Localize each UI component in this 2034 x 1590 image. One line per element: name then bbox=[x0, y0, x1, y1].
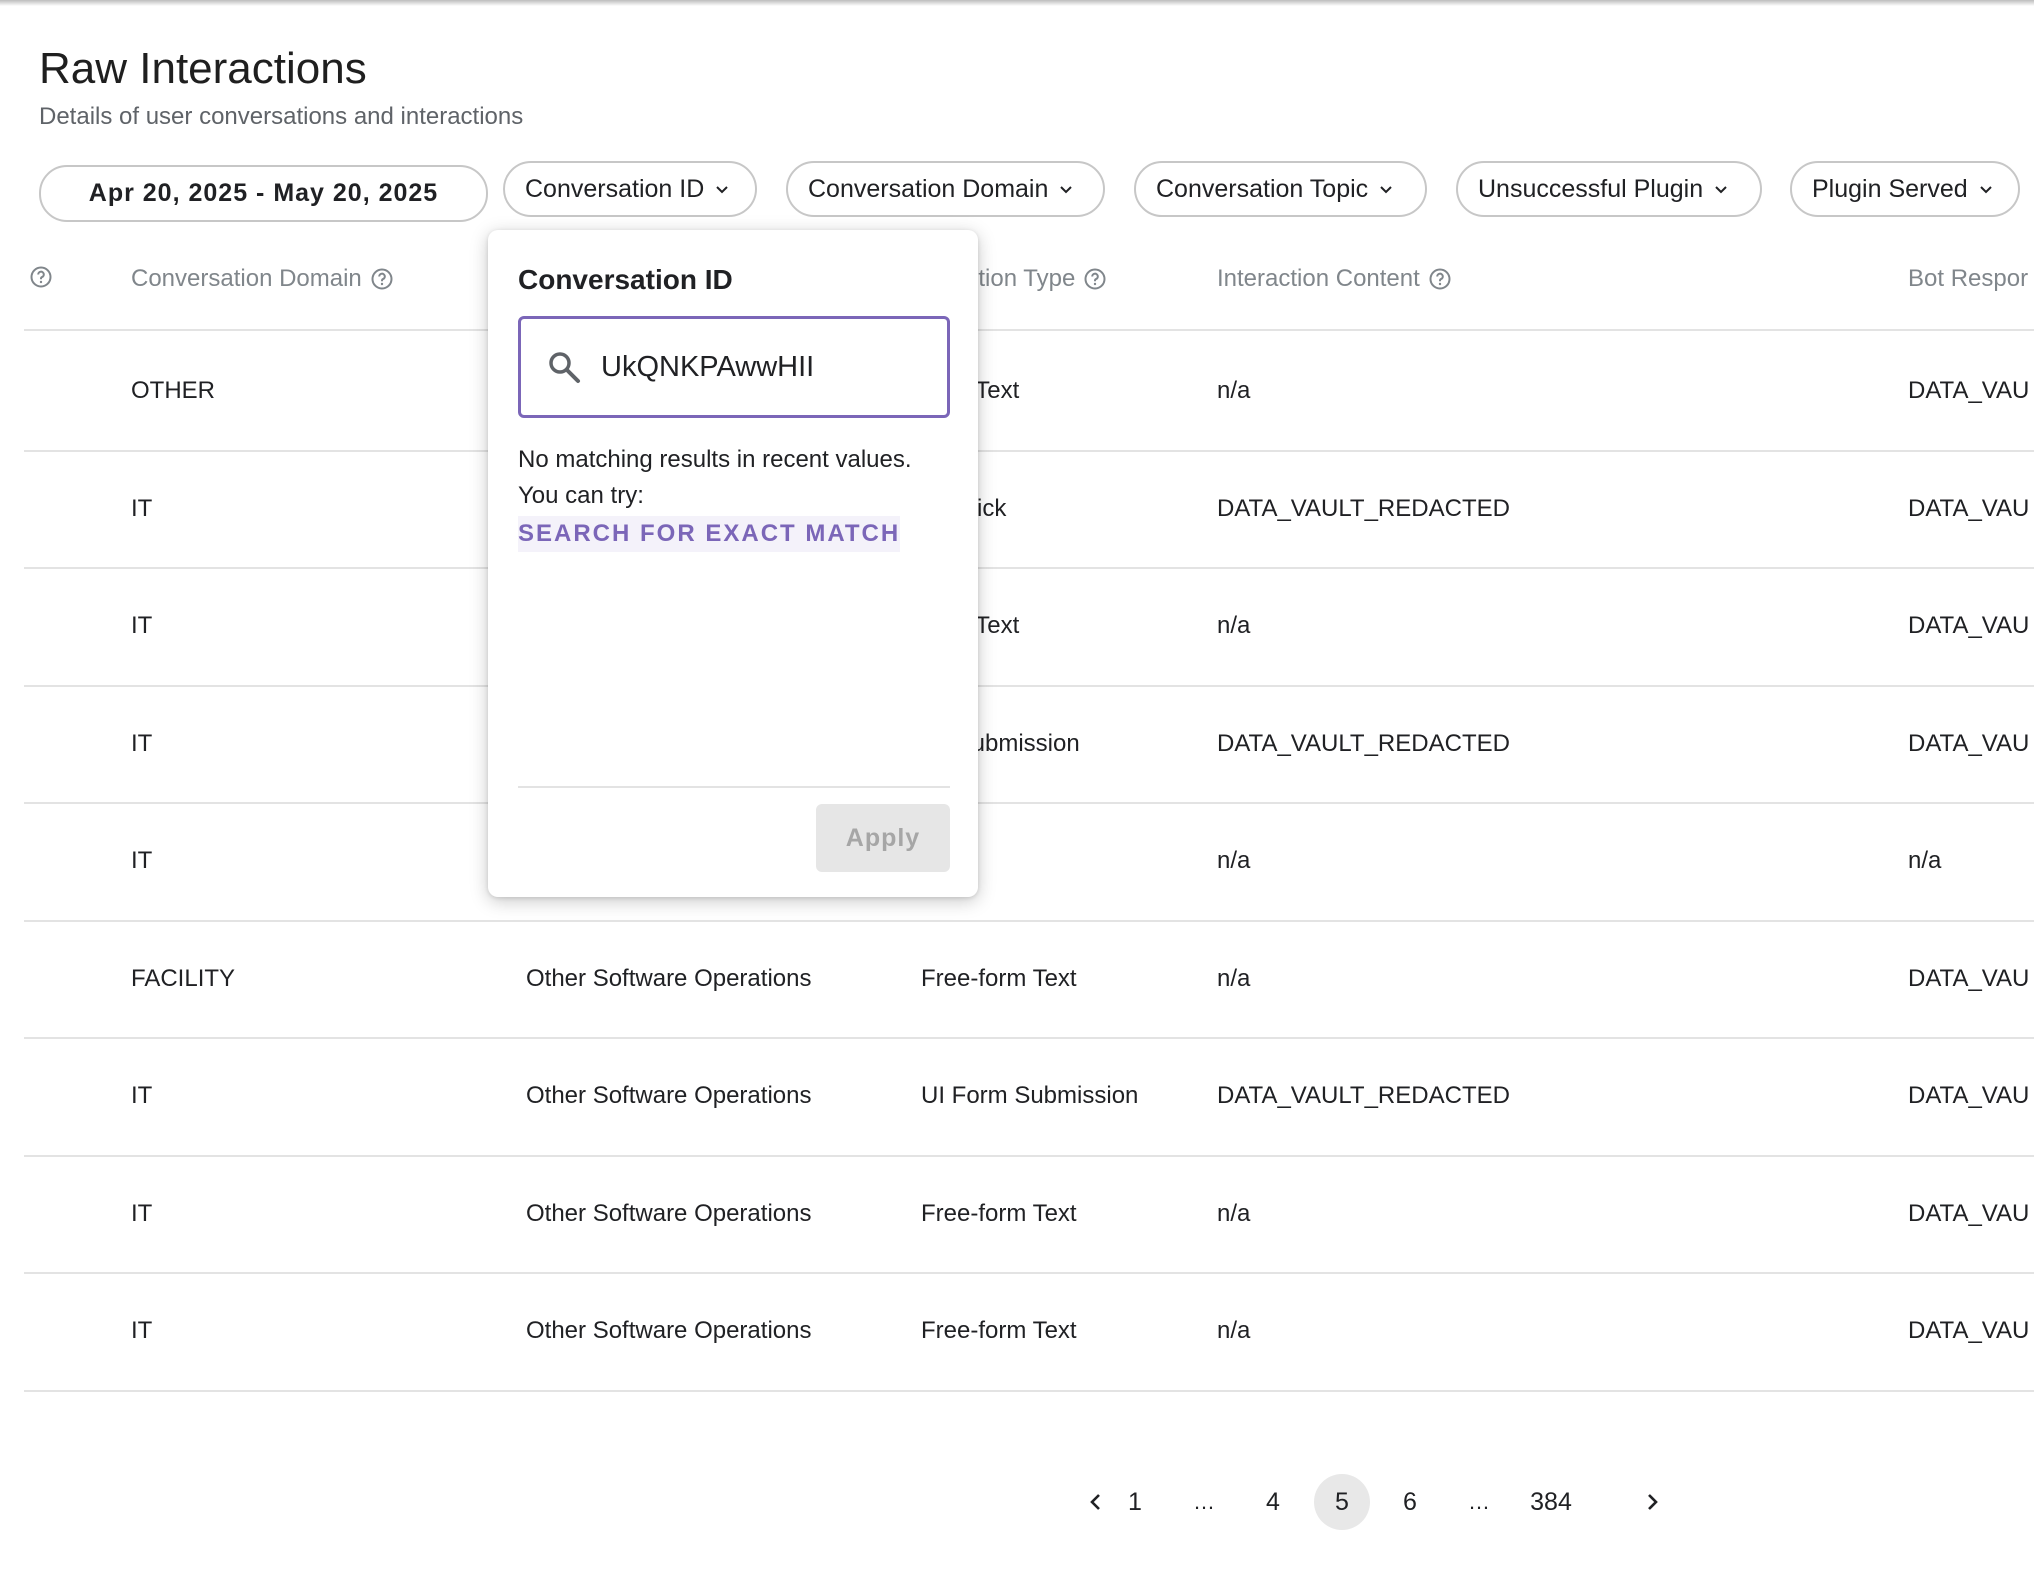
table-cell: DATA_VAU bbox=[1908, 377, 2030, 404]
pagination-page[interactable]: 1 bbox=[1107, 1474, 1163, 1530]
column-header-label: Bot Respor bbox=[1908, 265, 2029, 292]
table-cell: DATA_VAULT_REDACTED bbox=[1217, 729, 1510, 757]
table-cell: n/a bbox=[1217, 612, 1251, 639]
pagination-ellipsis: … bbox=[1193, 1489, 1215, 1514]
column-help[interactable] bbox=[29, 265, 53, 289]
table-cell: DATA_VAU bbox=[1908, 494, 2030, 522]
table-divider bbox=[24, 329, 2034, 331]
table-cell: IT bbox=[131, 847, 153, 874]
no-results-line: No matching results in recent values. bbox=[518, 446, 912, 473]
table-cell: DATA_VAU bbox=[1908, 1317, 2030, 1344]
search-icon bbox=[549, 352, 580, 383]
date-range-filter[interactable]: Apr 20, 2025 - May 20, 2025 bbox=[39, 165, 488, 222]
table-cell: IT bbox=[131, 1317, 153, 1344]
filter-chip-unsuccessful-plugin[interactable]: Unsuccessful Plugin bbox=[1456, 161, 1762, 217]
conversation-id-filter-popover: Conversation ID No matching results in r… bbox=[488, 230, 978, 897]
filter-chip-conversation-topic[interactable]: Conversation Topic bbox=[1134, 161, 1427, 217]
table-cell: DATA_VAULT_REDACTED bbox=[1217, 494, 1510, 522]
chevron-down-icon bbox=[1979, 186, 1992, 194]
apply-button[interactable]: Apply bbox=[816, 804, 950, 872]
filter-chip-label: Plugin Served bbox=[1812, 174, 1968, 203]
table-cell: OTHER bbox=[131, 377, 215, 404]
table-cell: DATA_VAULT_REDACTED bbox=[1217, 1082, 1510, 1109]
table-cell: n/a bbox=[1217, 964, 1251, 992]
column-header-label: Interaction Content bbox=[1217, 265, 1420, 292]
chevron-down-icon bbox=[1060, 186, 1073, 194]
table-cell: Free-form Text bbox=[921, 1317, 1077, 1344]
table-row-divider bbox=[24, 1389, 2034, 1392]
table-cell: UI Form Submission bbox=[921, 1082, 1139, 1109]
table-cell: IT bbox=[131, 1199, 153, 1227]
table-cell: DATA_VAU bbox=[1908, 1199, 2030, 1227]
table-row-divider bbox=[24, 567, 2034, 570]
pagination-next-button[interactable] bbox=[1624, 1474, 1680, 1530]
pagination-current-page[interactable]: 5 bbox=[1314, 1474, 1370, 1530]
page-subtitle: Details of user conversations and intera… bbox=[39, 103, 524, 130]
table-cell: Other Software Operations bbox=[526, 964, 812, 992]
table-cell: DATA_VAU bbox=[1908, 964, 2030, 992]
try-hint-line: You can try: bbox=[518, 482, 644, 509]
pagination-page[interactable]: 384 bbox=[1523, 1474, 1579, 1530]
table-cell: DATA_VAU bbox=[1908, 612, 2030, 639]
table-cell: Other Software Operations bbox=[526, 1317, 812, 1344]
column-header-bot-response[interactable]: Bot Respor bbox=[1908, 265, 2028, 293]
help-icon[interactable] bbox=[1428, 267, 1452, 291]
conversation-id-search-field[interactable] bbox=[518, 316, 950, 418]
table-cell: Other Software Operations bbox=[526, 1082, 812, 1109]
table-cell: Free-form Text bbox=[921, 964, 1077, 992]
popover-title: Conversation ID bbox=[518, 264, 733, 295]
filter-chip-label: Unsuccessful Plugin bbox=[1478, 174, 1704, 203]
table-cell: IT bbox=[131, 494, 153, 522]
chevron-right-icon bbox=[1648, 1494, 1658, 1510]
table-cell: Free-form Text bbox=[921, 1199, 1077, 1227]
pagination-ellipsis: … bbox=[1468, 1489, 1490, 1514]
help-icon[interactable] bbox=[29, 265, 53, 289]
table-cell: Other Software Operations bbox=[526, 1199, 812, 1227]
table-cell: n/a bbox=[1217, 1317, 1251, 1344]
help-icon[interactable] bbox=[1083, 267, 1107, 291]
filter-chip-conversation-id[interactable]: Conversation ID bbox=[503, 161, 757, 217]
column-header-interaction-content[interactable]: Interaction Content bbox=[1217, 265, 1452, 293]
chevron-down-icon bbox=[716, 186, 728, 194]
filter-chip-conversation-domain[interactable]: Conversation Domain bbox=[786, 161, 1105, 217]
table-cell: IT bbox=[131, 1082, 153, 1109]
popover-divider bbox=[518, 786, 950, 788]
table-row-divider bbox=[24, 684, 2034, 687]
pagination-page[interactable]: 4 bbox=[1245, 1474, 1301, 1530]
chevron-left-icon bbox=[1090, 1494, 1100, 1510]
filter-chip-label: Conversation Topic bbox=[1156, 174, 1369, 203]
table-row-divider bbox=[24, 1037, 2034, 1040]
table-cell: n/a bbox=[1217, 1199, 1251, 1227]
table-cell: FACILITY bbox=[131, 964, 236, 992]
chevron-down-icon bbox=[1380, 186, 1392, 194]
table-row-divider bbox=[24, 919, 2034, 922]
filter-chip-label: Conversation ID bbox=[525, 174, 705, 203]
page-title: Raw Interactions bbox=[39, 44, 367, 93]
chevron-down-icon bbox=[1715, 186, 1727, 194]
table-cell: IT bbox=[131, 612, 153, 639]
table-cell: DATA_VAU bbox=[1908, 1082, 2030, 1109]
table-row-divider bbox=[24, 1154, 2034, 1157]
table-cell: n/a bbox=[1217, 847, 1251, 874]
filter-chip-label: Conversation Domain bbox=[808, 174, 1049, 203]
top-shadow bbox=[0, 0, 2034, 6]
help-icon[interactable] bbox=[370, 267, 394, 291]
table-row-divider bbox=[24, 802, 2034, 805]
column-header-conversation-domain[interactable]: Conversation Domain bbox=[131, 265, 394, 293]
table-cell: n/a bbox=[1217, 377, 1251, 404]
search-exact-match-link[interactable]: SEARCH FOR EXACT MATCH bbox=[518, 516, 901, 552]
table-cell: IT bbox=[131, 729, 153, 757]
pagination-page[interactable]: 6 bbox=[1382, 1474, 1438, 1530]
conversation-id-input[interactable] bbox=[601, 350, 921, 384]
table-cell: n/a bbox=[1908, 847, 1942, 874]
table-row-divider bbox=[24, 449, 2034, 452]
table-cell: DATA_VAU bbox=[1908, 729, 2030, 757]
filter-chip-plugin-served[interactable]: Plugin Served bbox=[1790, 161, 2020, 217]
table-row-divider bbox=[24, 1272, 2034, 1275]
column-header-label: Conversation Domain bbox=[131, 265, 362, 292]
no-results-message: No matching results in recent values. Yo… bbox=[518, 442, 912, 514]
